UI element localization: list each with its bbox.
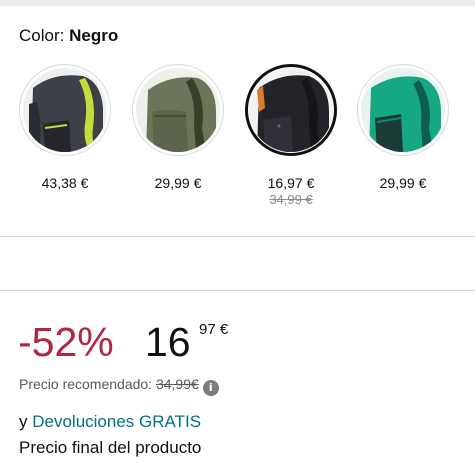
- color-swatch-2[interactable]: [132, 64, 224, 156]
- recommended-price-row: Precio recomendado: 34,99€ i: [19, 375, 219, 396]
- variant-price-2: 29,99 €: [154, 175, 202, 191]
- recommended-price-value: 34,99€: [155, 376, 199, 392]
- top-strip: [0, 0, 475, 6]
- color-swatch-1[interactable]: [19, 64, 111, 156]
- color-swatch-4[interactable]: [357, 64, 449, 156]
- color-swatch-3[interactable]: [245, 64, 337, 156]
- backpack-gray-yellow-icon: [23, 68, 107, 152]
- free-returns-link[interactable]: Devoluciones GRATIS: [32, 412, 201, 431]
- info-icon[interactable]: i: [202, 380, 219, 396]
- variant-price-3: 16,97 €: [267, 175, 315, 191]
- variant-strike-price-3: 34,99 €: [269, 192, 313, 207]
- divider: [0, 236, 475, 237]
- variant-price-4: 29,99 €: [379, 175, 427, 191]
- variant-price-1: 43,38 €: [41, 175, 89, 191]
- backpack-olive-green-icon: [136, 68, 220, 152]
- divider: [0, 290, 475, 291]
- returns-prefix: y: [19, 412, 28, 431]
- price-fraction: 97 €: [199, 321, 229, 338]
- color-label: Color: Negro: [19, 25, 118, 47]
- returns-row: y Devoluciones GRATIS: [19, 411, 201, 433]
- recommended-price-label: Precio recomendado:: [19, 376, 153, 392]
- selected-color-name: Negro: [69, 26, 119, 45]
- discount-percentage: -52%: [18, 319, 114, 365]
- final-price-label: Precio final del producto: [19, 438, 202, 457]
- backpack-black-icon: [249, 68, 333, 152]
- color-label-text: Color:: [19, 26, 65, 45]
- price-whole: 16: [145, 319, 191, 365]
- backpack-teal-icon: [361, 68, 445, 152]
